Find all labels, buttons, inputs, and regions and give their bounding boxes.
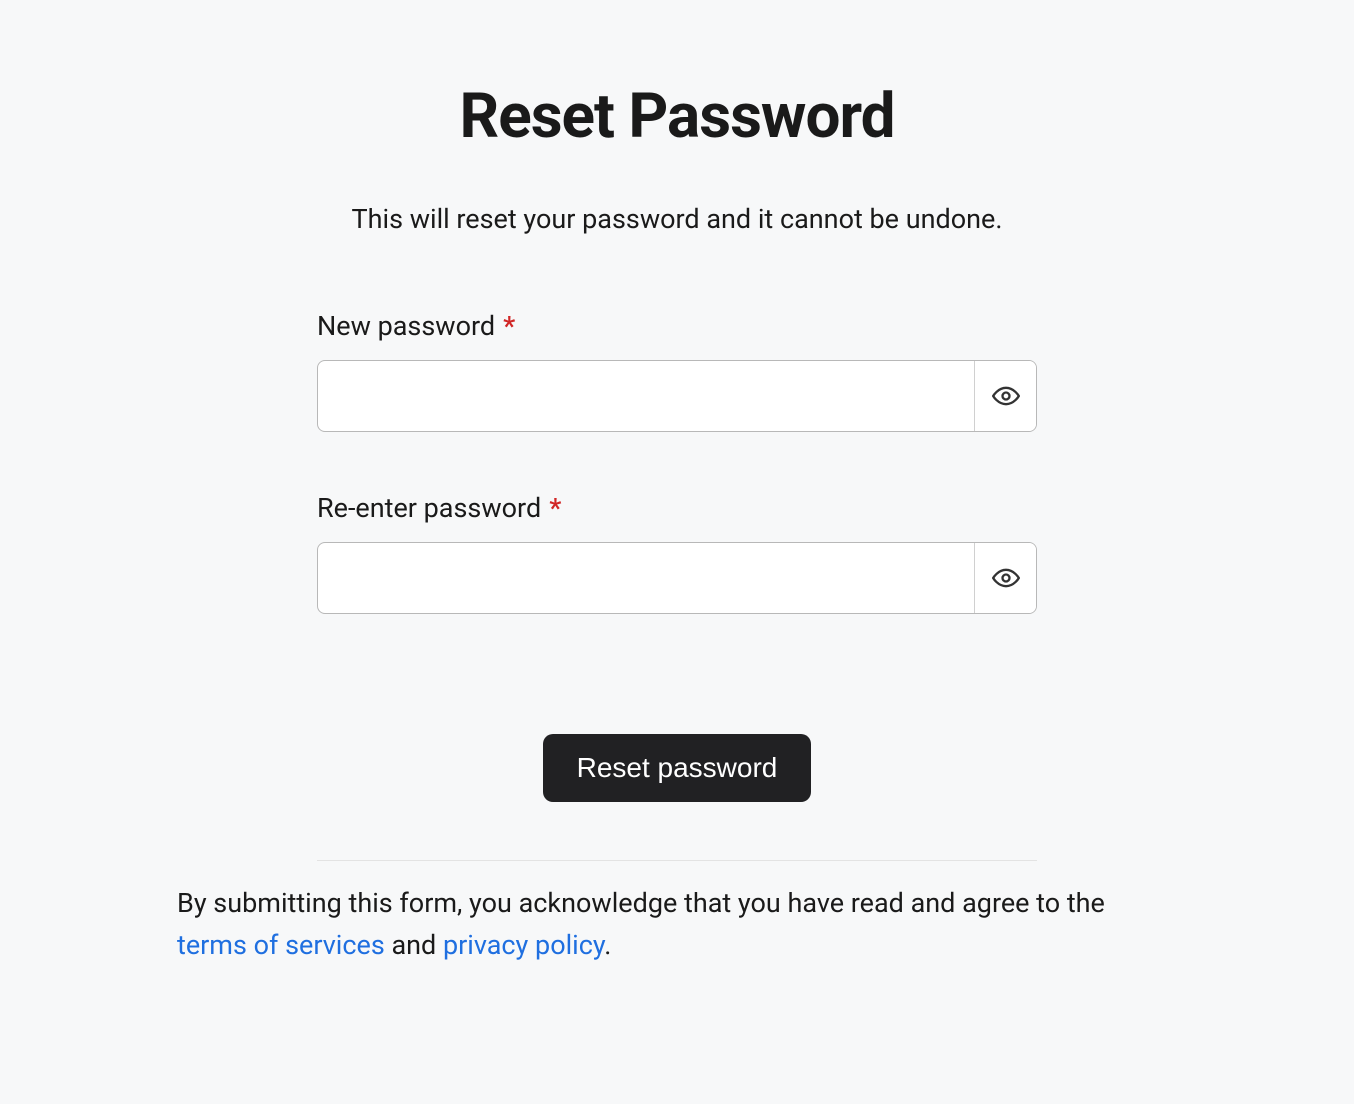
new-password-input-wrap (317, 360, 1037, 432)
footer-prefix: By submitting this form, you acknowledge… (177, 887, 1105, 919)
reenter-password-field: Re-enter password * (317, 492, 1037, 614)
reset-password-form: Reset Password This will reset your pass… (317, 80, 1037, 967)
reenter-password-input-wrap (317, 542, 1037, 614)
reset-password-button[interactable]: Reset password (543, 734, 812, 802)
new-password-input[interactable] (318, 361, 974, 431)
privacy-policy-link[interactable]: privacy policy (443, 929, 604, 961)
page-subtitle: This will reset your password and it can… (317, 203, 1037, 235)
reenter-password-label: Re-enter password (317, 492, 541, 524)
reenter-password-input[interactable] (318, 543, 974, 613)
footer-suffix: . (604, 929, 611, 961)
eye-icon (992, 564, 1020, 592)
required-indicator: * (549, 495, 561, 522)
new-password-label: New password (317, 310, 495, 342)
required-indicator: * (503, 313, 515, 340)
toggle-reenter-password-visibility[interactable] (974, 543, 1036, 613)
terms-acknowledgment: By submitting this form, you acknowledge… (177, 883, 1177, 967)
new-password-field: New password * (317, 310, 1037, 432)
toggle-new-password-visibility[interactable] (974, 361, 1036, 431)
eye-icon (992, 382, 1020, 410)
footer-and: and (385, 929, 443, 961)
terms-of-service-link[interactable]: terms of services (177, 929, 385, 961)
divider (317, 860, 1037, 861)
page-title: Reset Password (317, 80, 1037, 153)
